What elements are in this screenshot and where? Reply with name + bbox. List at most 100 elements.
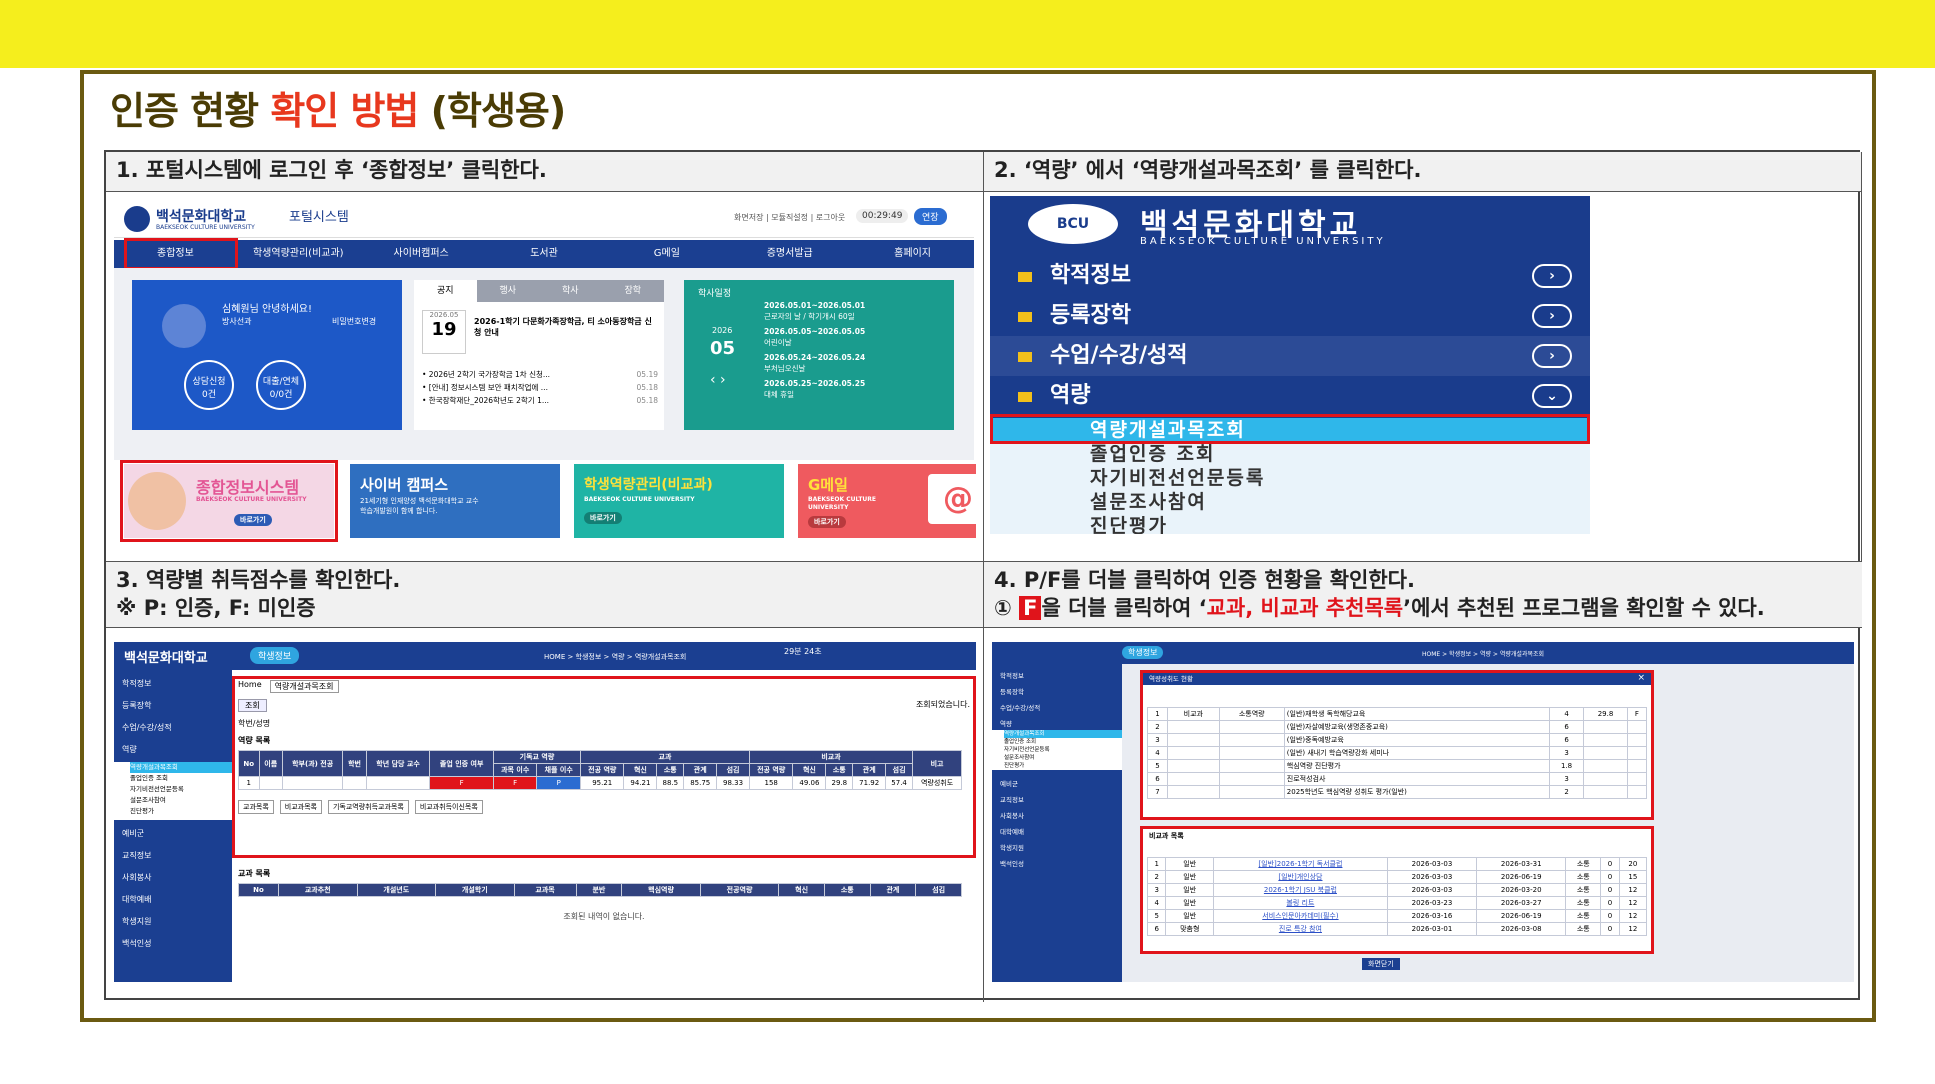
school-logo-icon <box>124 206 150 232</box>
calendar-year: 2026 <box>712 326 733 335</box>
portal-util-links[interactable]: 화면저장 | 모듈직설정 | 로그아웃 <box>734 212 845 223</box>
sidebar-item[interactable]: 사회봉사 <box>114 868 232 888</box>
portal-school-en: BAEKSEOK CULTURE UNIVERSITY <box>156 224 255 231</box>
highlight-achievement-popup <box>1140 670 1654 820</box>
mail-envelope-icon: @ <box>928 474 976 524</box>
slide-frame: 인증 현황 확인 방법 (학생용) 1. 포털시스템에 로그인 후 ‘종합정보’… <box>80 70 1876 1022</box>
calendar-events: 2026.05.01~2026.05.01 근로자의 날 / 학기개시 60일 2… <box>764 301 866 399</box>
step-4-note: ① F을 더블 클릭하여 ‘교과, 비교과 추천목록’에서 추천된 프로그램을 … <box>994 596 1765 620</box>
highlight-grid <box>232 676 976 858</box>
calendar-prev-next-icon[interactable]: ‹ › <box>710 372 726 388</box>
highlight-competency-course <box>990 414 1590 444</box>
notice-list: • 2026년 2학기 국가장학금 1차 신청... 05.19 • [안내] 정… <box>422 368 658 407</box>
menu-item-classes[interactable]: 수업/수강/성적 › <box>990 336 1590 376</box>
notice-item[interactable]: • 2026년 2학기 국가장학금 1차 신청... <box>422 368 550 381</box>
step-3-header: 3. 역량별 취득점수를 확인한다. ※ P: 인증, F: 미인증 <box>106 562 983 628</box>
erp-screenshot-4: 학생정보 HOME > 학생정보 > 역량 > 역량개설과목조회 학적정보 등록… <box>992 642 1854 982</box>
page-title: 인증 현황 확인 방법 (학생용) <box>110 89 566 133</box>
nav-item-library[interactable]: 도서관 <box>483 240 606 268</box>
submenu-graduation[interactable]: 졸업인증 조회 <box>990 442 1590 466</box>
step-1-cell: 1. 포털시스템에 로그인 후 ‘종합정보’ 클릭한다. 백석문화대학교 BAE… <box>106 152 984 562</box>
calendar-panel: 학사일정 2026 05 ‹ › 2026.05.01~2026.05.01 근로… <box>684 280 954 430</box>
menu-school-en: BAEKSEOK CULTURE UNIVERSITY <box>1140 236 1386 247</box>
menu-item-registration[interactable]: 등록장학 › <box>990 296 1590 336</box>
step-3-label: 3. 역량별 취득점수를 확인한다. <box>116 568 401 592</box>
step-4-cell: 4. P/F를 더블 클릭하여 인증 현황을 확인한다. ① F을 더블 클릭하… <box>984 562 1862 1002</box>
step-2-cell: 2. ‘역량’ 에서 ‘역량개설과목조회’ 를 클릭한다. BCU 백석문화대학… <box>984 152 1862 562</box>
erp-timer: 29분 24초 <box>784 647 822 656</box>
highlight-recommend-list <box>1140 826 1654 954</box>
sidebar-item[interactable]: 수업/수강/성적 <box>114 718 232 738</box>
avatar <box>162 304 206 348</box>
chevron-right-icon: › <box>1532 344 1572 368</box>
steps-grid: 1. 포털시스템에 로그인 후 ‘종합정보’ 클릭한다. 백석문화대학교 BAE… <box>104 150 1862 1002</box>
step-4-label: 4. P/F를 더블 클릭하여 인증 현황을 확인한다. <box>994 568 1415 592</box>
step-2-label: 2. ‘역량’ 에서 ‘역량개설과목조회’ 를 클릭한다. <box>984 152 1861 192</box>
tab-event[interactable]: 행사 <box>476 280 539 302</box>
sidebar-item[interactable]: 대학예배 <box>114 890 232 910</box>
tab-notice[interactable]: 공지 <box>414 280 477 302</box>
change-password-link[interactable]: 비밀번호변경 <box>332 316 376 327</box>
bcu-logo: BCU <box>1028 204 1118 244</box>
sidebar-item[interactable]: 예비군 <box>114 824 232 844</box>
portal-screenshot: 백석문화대학교 BAEKSEOK CULTURE UNIVERSITY 포털시스… <box>114 200 976 550</box>
f-badge: F <box>1019 596 1042 620</box>
sidebar-item[interactable]: 백석인성 <box>114 934 232 954</box>
step-1-label: 1. 포털시스템에 로그인 후 ‘종합정보’ 클릭한다. <box>106 152 983 192</box>
notice-panel: 공지 행사 학사 장학 2026.05 19 2026-1학기 다문화가족장학금… <box>414 280 664 430</box>
empty-message: 조회된 내역이 없습니다. <box>563 912 645 921</box>
erp-school-name: 백석문화대학교 <box>124 651 208 666</box>
notice-item[interactable]: • [안내] 정보시스템 보안 패치작업에 ... <box>422 381 548 394</box>
session-timer: 00:29:49 <box>856 209 909 223</box>
menu-screenshot: BCU 백석문화대학교 BAEKSEOK CULTURE UNIVERSITY … <box>990 196 1590 534</box>
step-4-header: 4. P/F를 더블 클릭하여 인증 현황을 확인한다. ① F을 더블 클릭하… <box>984 562 1862 628</box>
banner-gmail[interactable]: G메일 BAEKSEOK CULTURE UNIVERSITY 바로가기 @ <box>798 464 976 538</box>
notice-date-box: 2026.05 19 <box>422 310 466 354</box>
course-list-title: 교과 목록 <box>238 869 271 878</box>
erp-sidebar: 학적정보 등록장학 수업/수강/성적 역량 역량개설과목조회 졸업인증 조회 자… <box>114 670 232 982</box>
menu-item-competency[interactable]: 역량 ⌄ <box>990 376 1590 416</box>
sidebar-item[interactable]: 역량 <box>114 740 232 760</box>
tab-academic[interactable]: 학사 <box>539 280 602 302</box>
nav-item-competency[interactable]: 학생역량관리(비교과) <box>237 240 360 268</box>
profile-greeting: 심혜원님 안녕하세요! <box>222 304 312 315</box>
profile-dept: 방사선과 <box>222 317 252 326</box>
erp-sidebar: 학적정보 등록장학 수업/수강/성적 역량 역량개설과목조회 졸업인증 조회 자… <box>992 664 1122 982</box>
highlight-info-banner <box>120 460 338 542</box>
submenu-diagnosis[interactable]: 진단평가 <box>990 514 1590 534</box>
breadcrumb: HOME > 학생정보 > 역량 > 역량개설과목조회 <box>544 653 687 661</box>
erp-topbar: 백석문화대학교 학생정보 HOME > 학생정보 > 역량 > 역량개설과목조회… <box>114 642 976 670</box>
tab-scholarship[interactable]: 장학 <box>601 280 664 302</box>
extend-button[interactable]: 연장 <box>914 208 947 225</box>
erp-badge: 학생정보 <box>250 647 300 664</box>
nav-item-cyber[interactable]: 사이버캠퍼스 <box>360 240 483 268</box>
erp-screenshot-3: 백석문화대학교 학생정보 HOME > 학생정보 > 역량 > 역량개설과목조회… <box>114 642 976 982</box>
menu-item-academic[interactable]: 학적정보 › <box>990 256 1590 296</box>
consult-badge[interactable]: 상담신청 0건 <box>184 360 234 410</box>
highlight-info-nav <box>124 238 238 270</box>
step-3-cell: 3. 역량별 취득점수를 확인한다. ※ P: 인증, F: 미인증 백석문화대… <box>106 562 984 1002</box>
portal-nav: 종합정보 학생역량관리(비교과) 사이버캠퍼스 도서관 G메일 증명서발급 홈페… <box>114 240 974 268</box>
submenu-vision[interactable]: 자기비전선언문등록 <box>990 466 1590 490</box>
portal-system-name: 포털시스템 <box>289 210 349 225</box>
nav-item-gmail[interactable]: G메일 <box>605 240 728 268</box>
sidebar-item[interactable]: 학적정보 <box>114 674 232 694</box>
chevron-right-icon: › <box>1532 304 1572 328</box>
nav-item-home[interactable]: 홈페이지 <box>851 240 974 268</box>
banner-row: 종합정보시스템 BAEKSEOK CULTURE UNIVERSITY 바로가기… <box>120 460 976 544</box>
sidebar-item[interactable]: 교직정보 <box>114 846 232 866</box>
sidebar-item[interactable]: 등록장학 <box>114 696 232 716</box>
banner-competency[interactable]: 학생역량관리(비교과) BAEKSEOK CULTURE UNIVERSITY … <box>574 464 784 538</box>
banner-cyber-campus[interactable]: 사이버 캠퍼스 21세기형 인재양성 백석문화대학교 교수학습개발원이 함께 합… <box>350 464 560 538</box>
submenu-survey[interactable]: 설문조사참여 <box>990 490 1590 514</box>
nav-item-cert[interactable]: 증명서발급 <box>728 240 851 268</box>
loan-badge[interactable]: 대출/연체 0/0건 <box>256 360 306 410</box>
profile-card: 심혜원님 안녕하세요! 방사선과 비밀번호변경 상담신청 0건 대출/연체 0/0건 <box>132 280 402 430</box>
top-yellow-band <box>0 0 1935 68</box>
sidebar-item[interactable]: 학생지원 <box>114 912 232 932</box>
notice-item[interactable]: • 한국장학재단_2026학년도 2학기 1... <box>422 394 549 407</box>
notice-headline[interactable]: 2026-1학기 다문화가족장학금, 티 소아동장학금 신청 안내 <box>474 316 654 338</box>
step-3-note: ※ P: 인증, F: 미인증 <box>116 596 316 620</box>
close-screen-button[interactable]: 화면닫기 <box>1362 958 1400 970</box>
sidebar-submenu: 역량개설과목조회 졸업인증 조회 자기비전선언문등록 설문조사참여 진단평가 <box>114 762 232 820</box>
